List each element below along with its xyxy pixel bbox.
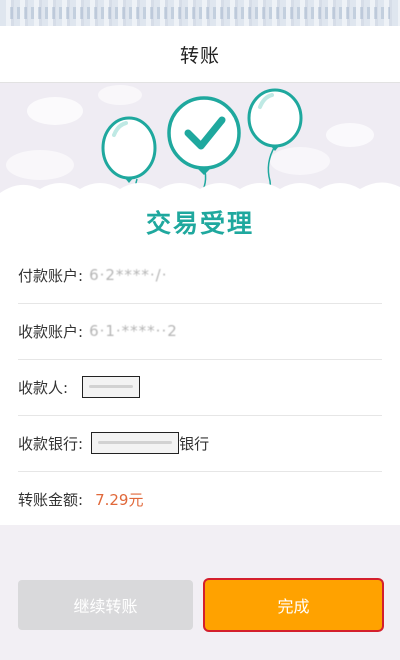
payee-bank-label: 收款银行: (18, 434, 84, 453)
payee-account-value: 6·1·****··2 (89, 322, 178, 340)
balloon-icon (101, 116, 157, 183)
redacted-bank-name (91, 432, 180, 454)
transfer-details: 付款账户: 6·2****·/· 收款账户: 6·1·****··2 收款人: … (0, 243, 400, 525)
payee-name-row: 收款人: (18, 359, 382, 416)
amount-value: 7.29元 (95, 490, 144, 509)
page-title: 转账 (179, 44, 220, 67)
status-bar (0, 0, 400, 26)
bank-suffix: 银行 (179, 434, 210, 453)
payee-account-label: 收款账户: (18, 322, 84, 341)
header: 转账 (0, 26, 400, 83)
payer-account-value: 6·2****·/· (89, 266, 168, 284)
balloon-icon (247, 88, 303, 151)
amount-row: 转账金额: 7.29元 (18, 471, 382, 527)
done-button[interactable]: 完成 (205, 580, 382, 630)
amount-label: 转账金额: (18, 490, 84, 509)
payee-account-row: 收款账户: 6·1·****··2 (18, 303, 382, 360)
payer-account-label: 付款账户: (18, 266, 84, 285)
continue-transfer-button[interactable]: 继续转账 (18, 580, 193, 630)
status-title: 交易受理 (145, 209, 254, 238)
payer-account-row: 付款账户: 6·2****·/· (18, 247, 382, 304)
success-banner: 交易受理 (0, 83, 400, 243)
check-icon (167, 96, 241, 175)
payee-name-label: 收款人: (18, 378, 69, 397)
redacted-payee-name (82, 376, 141, 398)
payee-bank-row: 收款银行: 银行 (18, 415, 382, 472)
